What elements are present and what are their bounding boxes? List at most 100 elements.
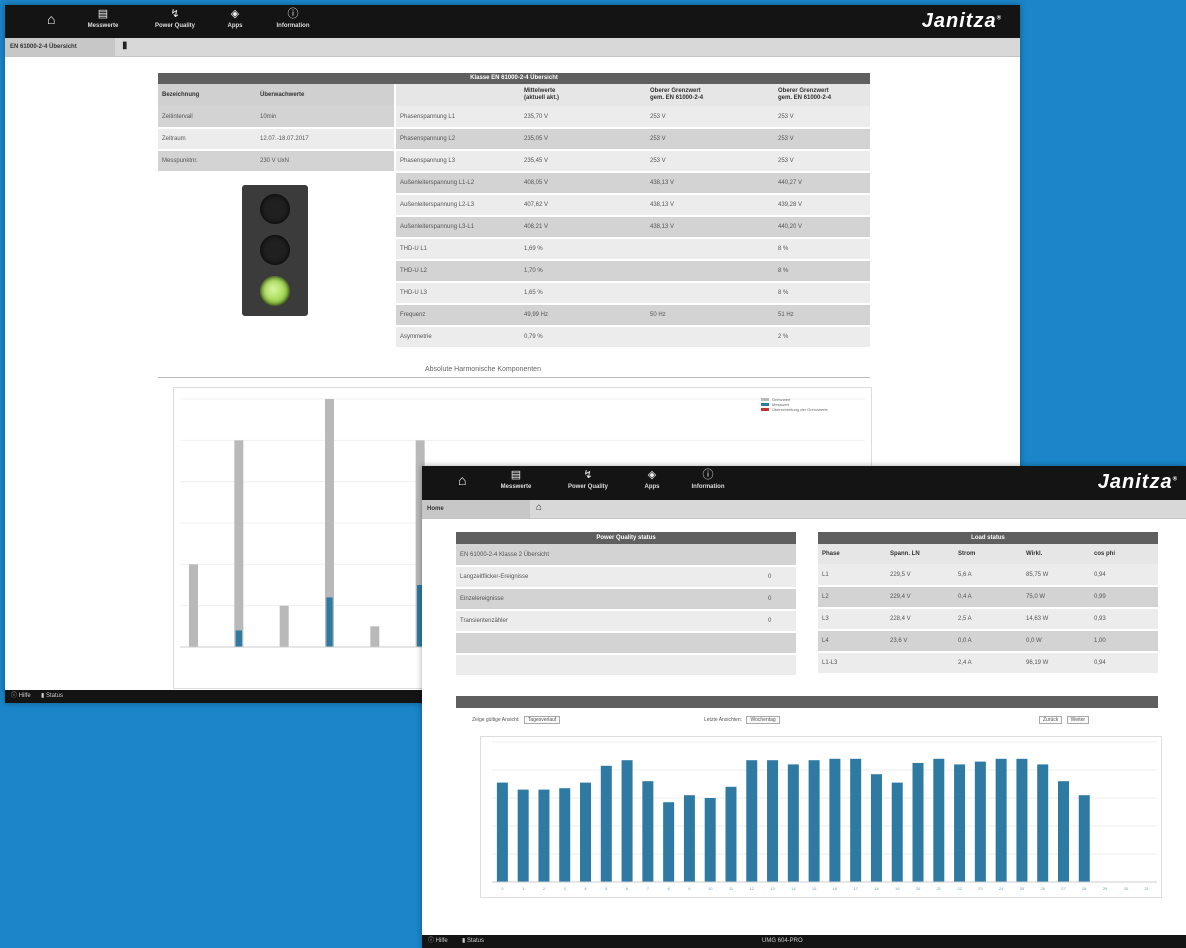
measurement-row: Außenleiterspannung L1-L2 408,05 V 438,13 … xyxy=(396,172,870,195)
load-row: L4 23,6 V 0,0 A 0,0 W 1,00 xyxy=(818,630,1158,653)
limit-value: 8 % xyxy=(774,282,870,305)
load-status-title: Load status xyxy=(818,532,1158,544)
info-row: Zeitraum 12.07.-18.07.2017 xyxy=(158,128,394,151)
top-navigation: ⌂ ▤ Messwerte ↯ Power Quality ◈ Apps ⓘ I… xyxy=(5,5,1020,38)
green-lamp xyxy=(260,276,290,306)
limit-value: 50 Hz xyxy=(646,304,774,327)
col-grenzwert-1: Oberer Grenzwert gem. EN 61000-2-4 xyxy=(646,84,774,106)
mean-value: 0,79 % xyxy=(520,326,646,349)
measurement-row: THD-U L1 1,69 % 8 % xyxy=(396,238,870,261)
view-select[interactable]: Tagesverlauf xyxy=(523,716,561,724)
load-cell: 0,99 xyxy=(1090,586,1158,609)
apps-icon: ◈ xyxy=(230,8,240,20)
left-info-table: Bezeichnung Überwachwerte Zeitintervall 1… xyxy=(158,84,394,173)
home-icon[interactable]: ⌂ xyxy=(458,472,466,488)
document-icon[interactable]: ▮ xyxy=(122,40,128,51)
limit-value: 253 V xyxy=(774,150,870,173)
tab-en61000[interactable]: EN 61000-2-4 Übersicht xyxy=(5,38,115,56)
mean-value: 49,99 Hz xyxy=(520,304,646,327)
status-link[interactable]: ▮ Status xyxy=(41,690,63,703)
daily-bar xyxy=(1037,764,1049,882)
quantity-label: Phasenspannung L2 xyxy=(396,128,520,151)
daily-bar xyxy=(580,782,592,882)
daily-bar xyxy=(663,802,675,882)
info-row: Zeitintervall 10min xyxy=(158,106,394,129)
status-link[interactable]: ▮ Status xyxy=(462,935,484,948)
x-tick-label: 22 xyxy=(957,886,962,891)
legend-swatch-grenzwert xyxy=(761,398,769,402)
right-values-table: Mittelwerte (aktuell akt.) Oberer Grenzw… xyxy=(396,84,870,349)
pq-status-row xyxy=(456,654,796,677)
x-tick-label: 0 xyxy=(501,886,504,891)
daily-bar xyxy=(704,798,716,882)
limit-value xyxy=(646,260,774,283)
help-link[interactable]: ⓘ Hilfe xyxy=(11,690,31,703)
pq-status-count: 0 xyxy=(764,588,796,611)
nav-power-quality[interactable]: ↯ Power Quality xyxy=(558,468,618,491)
load-col-header: Spann. LN xyxy=(886,544,954,564)
pq-status-row xyxy=(456,632,796,655)
x-tick-label: 12 xyxy=(750,886,755,891)
pq-status-row: Transientenzähler 0 xyxy=(456,610,796,633)
load-col-header: Strom xyxy=(954,544,1022,564)
home-small-icon[interactable]: ⌂ xyxy=(536,502,542,513)
quantity-label: THD-U L3 xyxy=(396,282,520,305)
load-cell: L4 xyxy=(818,630,886,653)
info-row: Messpunktnr. 230 V UxN xyxy=(158,150,394,173)
nav-apps[interactable]: ◈ Apps xyxy=(622,468,682,491)
x-tick-label: 18 xyxy=(874,886,879,891)
nav-information[interactable]: ⓘ Information xyxy=(263,7,323,30)
info-label: Zeitintervall xyxy=(158,106,256,129)
info-icon: ⓘ xyxy=(702,469,714,481)
pager: Zurück Weiter xyxy=(1036,716,1090,724)
x-tick-label: 19 xyxy=(895,886,900,891)
load-cell: 0,4 A xyxy=(954,586,1022,609)
home-icon[interactable]: ⌂ xyxy=(47,11,55,27)
pq-status-label: Langzeitflicker-Ereignisse xyxy=(456,566,764,589)
nav-information[interactable]: ⓘ Information xyxy=(678,468,738,491)
prev-button[interactable]: Zurück xyxy=(1039,716,1063,724)
daily-bar xyxy=(870,774,882,882)
breadcrumb[interactable]: Home xyxy=(422,500,530,518)
col-mittelwerte: Mittelwerte (aktuell akt.) xyxy=(520,84,646,106)
col-werte: Überwachwerte xyxy=(256,84,394,106)
next-button[interactable]: Weiter xyxy=(1066,716,1090,724)
load-cell: 0,0 A xyxy=(954,630,1022,653)
mean-value: 235,05 V xyxy=(520,128,646,151)
help-link[interactable]: ⓘ Hilfe xyxy=(428,935,448,948)
x-tick-label: 23 xyxy=(978,886,983,891)
mean-value: 235,45 V xyxy=(520,150,646,173)
pq-status-row: Langzeitflicker-Ereignisse 0 xyxy=(456,566,796,589)
measurement-row: THD-U L2 1,70 % 8 % xyxy=(396,260,870,283)
load-cell: 0,94 xyxy=(1090,652,1158,675)
nav-power-quality[interactable]: ↯ Power Quality xyxy=(145,7,205,30)
daily-bar xyxy=(787,764,799,882)
pq-icon: ↯ xyxy=(170,8,180,20)
measurement-row: Phasenspannung L1 235,70 V 253 V 253 V xyxy=(396,106,870,129)
pq-status-label xyxy=(456,654,764,677)
limit-value: 253 V xyxy=(774,128,870,151)
load-cell xyxy=(886,652,954,675)
quantity-label: Asymmetrie xyxy=(396,326,520,349)
quantity-label: Frequenz xyxy=(396,304,520,327)
daily-bar xyxy=(517,789,529,882)
bottom-bar: ⓘ Hilfe ▮ Status UMG 604-PRO xyxy=(422,935,1186,948)
nav-messwerte[interactable]: ▤ Messwerte xyxy=(486,468,546,491)
daily-bar xyxy=(850,758,862,882)
x-tick-label: 7 xyxy=(647,886,650,891)
limit-value: 253 V xyxy=(646,106,774,129)
meter-icon: ▤ xyxy=(97,8,109,20)
daily-bar xyxy=(954,764,966,882)
period-select[interactable]: Wochentag xyxy=(746,716,780,724)
load-cell: 2,4 A xyxy=(954,652,1022,675)
brand-logo: Janitza® xyxy=(1097,471,1178,493)
daily-bar xyxy=(912,763,924,882)
nav-apps[interactable]: ◈ Apps xyxy=(205,7,265,30)
pq-status-row: EN 61000-2-4 Klasse 2 Übersicht xyxy=(456,544,796,567)
nav-messwerte[interactable]: ▤ Messwerte xyxy=(73,7,133,30)
load-cell: L1 xyxy=(818,564,886,587)
daily-bar xyxy=(683,795,695,882)
quantity-label: Außenleiterspannung L1-L2 xyxy=(396,172,520,195)
load-cell: 229,4 V xyxy=(886,586,954,609)
load-row: L3 228,4 V 2,5 A 14,63 W 0,93 xyxy=(818,608,1158,631)
